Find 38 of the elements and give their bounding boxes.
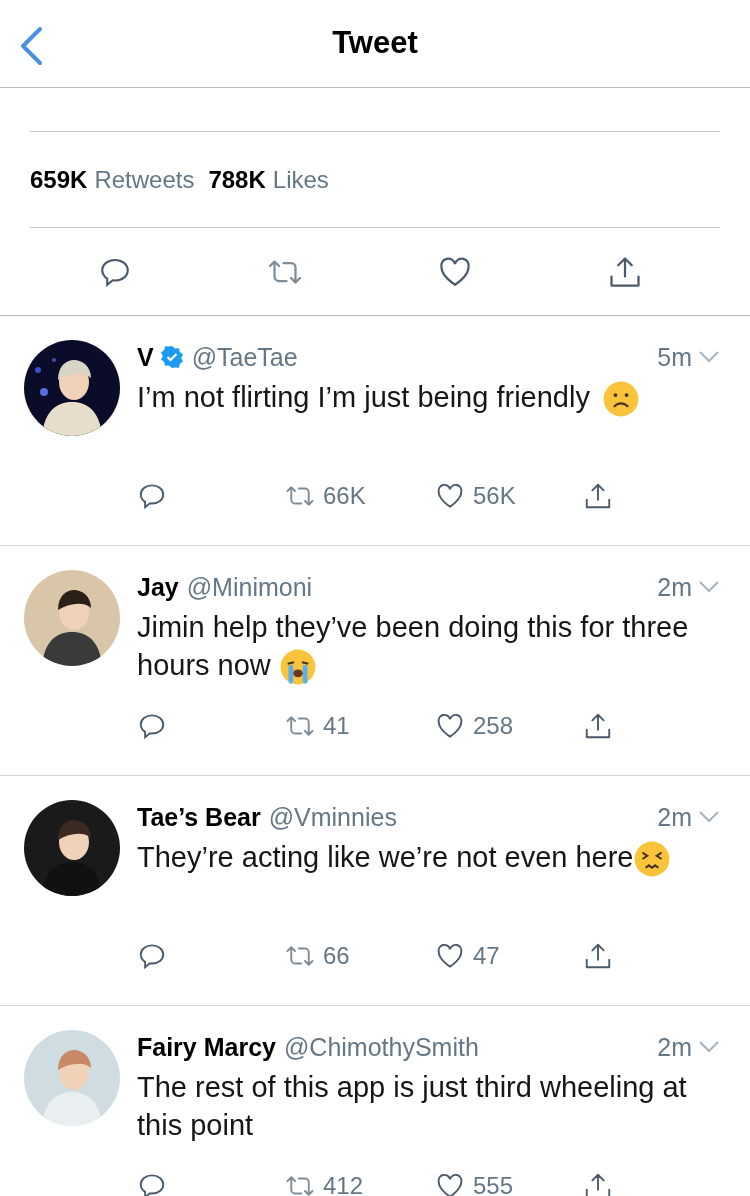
user-name[interactable]: Jay	[137, 570, 179, 604]
frowning-face-icon	[601, 380, 640, 419]
stat-count: 659K	[30, 164, 88, 195]
user-handle: @Minimoni	[186, 572, 313, 603]
share-icon[interactable]	[583, 941, 613, 971]
user-handle: @TaeTae	[191, 342, 298, 373]
page-title: Tweet	[332, 24, 418, 63]
retweet-count: 66	[323, 941, 350, 971]
retweet-count: 412	[323, 1171, 364, 1196]
retweet-count: 41	[323, 711, 350, 741]
stat-label[interactable]: Retweets	[94, 161, 195, 198]
reply-text: The rest of this app is just third wheeling at this point	[137, 1070, 688, 1143]
user-name[interactable]: Tae’s Bear	[137, 800, 261, 834]
reply-text: Jimin help they’ve been doing this for three hours now	[137, 608, 690, 687]
reply-text: I’m not flirting I’m just being friendly	[137, 378, 690, 419]
reply-text: They’re acting like we’re not even here	[137, 838, 690, 879]
user-handle: @ChimothySmith	[283, 1032, 479, 1063]
persevering-face-icon	[633, 840, 672, 879]
share-icon[interactable]	[583, 711, 613, 741]
share-icon[interactable]	[583, 481, 613, 511]
reply-time: 2m	[657, 1032, 692, 1063]
user-name[interactable]: V	[137, 340, 154, 374]
like-count: 56K	[473, 481, 516, 511]
user-handle: @Vminnies	[268, 802, 397, 833]
reply-time: 5m	[657, 342, 692, 373]
stat-label[interactable]: Likes	[272, 161, 329, 198]
reply-time: 2m	[657, 802, 692, 833]
like-count: 555	[473, 1171, 514, 1196]
reply-time: 2m	[657, 572, 692, 603]
stat-count: 788K	[208, 164, 266, 195]
heart-icon[interactable]	[435, 1171, 465, 1196]
like-count: 47	[473, 941, 500, 971]
crying-face-icon	[278, 648, 317, 687]
user-name[interactable]: Fairy Marcy	[137, 1030, 276, 1064]
like-count: 258	[473, 711, 514, 741]
share-icon[interactable]	[583, 1171, 613, 1196]
back-icon[interactable]	[18, 26, 44, 66]
retweet-count: 66K	[323, 481, 366, 511]
